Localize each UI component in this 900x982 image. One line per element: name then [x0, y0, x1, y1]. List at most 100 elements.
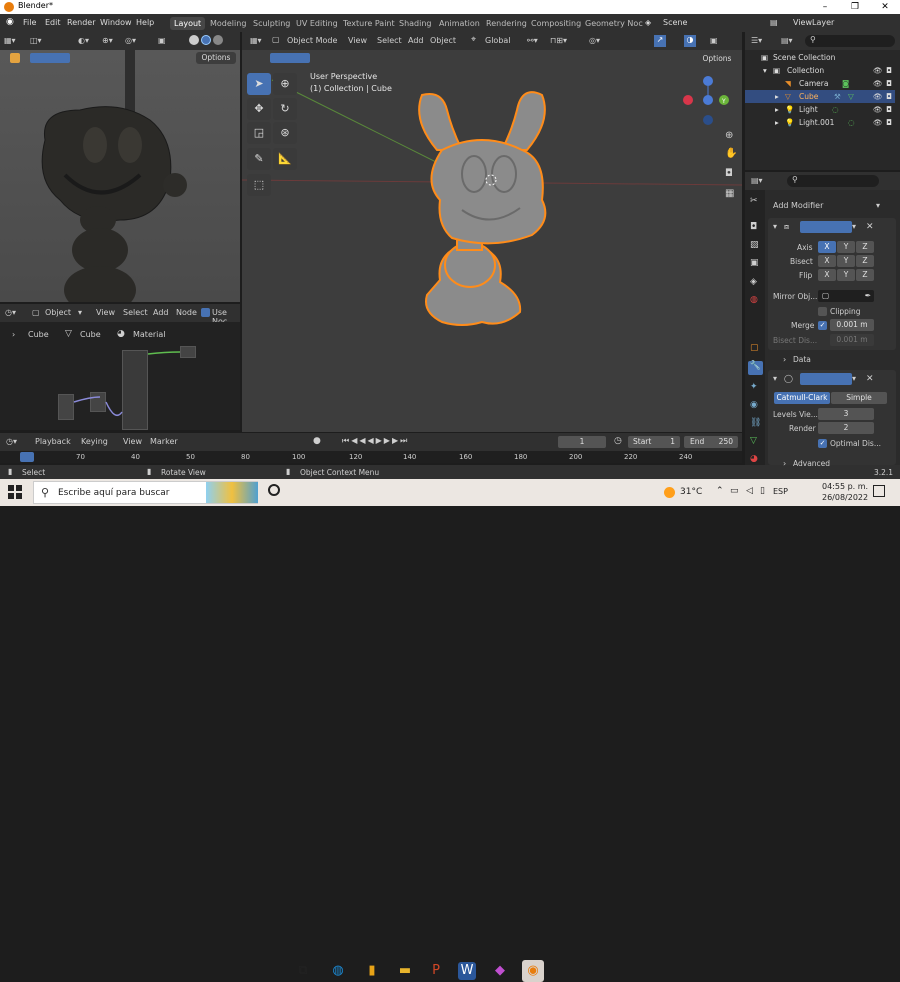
- editor-type-icon[interactable]: ▦▾: [4, 36, 16, 46]
- menu-render[interactable]: Render: [67, 18, 95, 27]
- merge-checkbox[interactable]: ✓: [818, 321, 827, 330]
- modifier-tab-icon[interactable]: 🔧: [748, 361, 763, 375]
- pan-hand-icon[interactable]: ✋: [725, 148, 737, 159]
- modifier-menu-icon[interactable]: ▾: [852, 222, 856, 231]
- flip-y-toggle[interactable]: Y: [837, 269, 855, 281]
- outliner-item-light-001[interactable]: ▸ 💡 Light.001 ◌ 👁 ◘: [745, 116, 895, 129]
- add-modifier-dropdown[interactable]: Add Modifier: [773, 201, 823, 210]
- rendered-shading-icon[interactable]: [213, 35, 223, 45]
- camera-view-icon[interactable]: ◘: [725, 168, 733, 179]
- modifier-visibility-toggles[interactable]: [800, 221, 852, 233]
- tab-sculpting[interactable]: Sculpting: [249, 17, 294, 30]
- transform-tool-button[interactable]: ⊛: [273, 122, 297, 144]
- tab-texture-paint[interactable]: Texture Paint: [339, 17, 399, 30]
- tab-layout[interactable]: Layout: [170, 17, 206, 30]
- taskbar-date[interactable]: 26/08/2022: [822, 493, 868, 502]
- word-icon[interactable]: W: [458, 962, 476, 980]
- gizmo-icon[interactable]: ⊕▾: [102, 36, 113, 46]
- editor-type-icon[interactable]: ▦▾: [250, 36, 262, 46]
- add-cube-tool-button[interactable]: ⬚: [247, 174, 271, 196]
- notifications-icon[interactable]: [873, 485, 885, 497]
- node-object-dropdown[interactable]: Object: [45, 308, 71, 317]
- axis-x-toggle[interactable]: X: [818, 241, 836, 253]
- menu-edit[interactable]: Edit: [45, 18, 61, 27]
- menu-window[interactable]: Window: [100, 18, 132, 27]
- node-menu-select[interactable]: Select: [123, 308, 148, 317]
- output-tab-icon[interactable]: ▨: [750, 240, 759, 250]
- object-tab-icon[interactable]: ▢: [750, 343, 759, 353]
- mode-icon[interactable]: ◫▾: [30, 36, 42, 46]
- tab-rendering[interactable]: Rendering: [482, 17, 531, 30]
- maximize-button[interactable]: ❐: [840, 0, 870, 14]
- eye-icon[interactable]: 👁: [873, 77, 883, 90]
- scene-name[interactable]: Scene: [663, 18, 687, 27]
- taskbar-time[interactable]: 04:55 p. m.: [822, 482, 868, 491]
- outliner-item-collection[interactable]: ▾ ▣ Collection 👁 ◘: [745, 64, 895, 77]
- rotate-tool-button[interactable]: ↻: [273, 98, 297, 120]
- paint3d-icon[interactable]: ◆: [489, 960, 511, 982]
- node-editor-type-icon[interactable]: ◷▾: [5, 308, 16, 318]
- xray-toggle-icon[interactable]: ▣: [710, 36, 718, 46]
- close-button[interactable]: ✕: [870, 0, 900, 14]
- scene-tab-icon[interactable]: ◈: [750, 277, 757, 287]
- overlay-icon[interactable]: ◎▾: [125, 36, 136, 46]
- scale-tool-button[interactable]: ◲: [247, 122, 271, 144]
- proportional-edit-icon[interactable]: ◎▾: [589, 36, 600, 46]
- measure-tool-button[interactable]: 📐: [273, 148, 297, 170]
- modifier-visibility-toggles[interactable]: [800, 373, 852, 385]
- file-explorer-icon[interactable]: ▬: [394, 960, 416, 982]
- collapse-arrow-icon[interactable]: ▾: [773, 222, 777, 231]
- transform-orientation-dropdown[interactable]: Global: [485, 36, 511, 45]
- overlays-icon[interactable]: ◑: [684, 35, 696, 47]
- advanced-subpanel-arrow-icon[interactable]: ›: [783, 459, 786, 468]
- outliner-search-input[interactable]: ⚲: [805, 35, 895, 47]
- sticky-app-icon[interactable]: ▮: [361, 960, 383, 982]
- tab-shading[interactable]: Shading: [395, 17, 436, 30]
- constraints-tab-icon[interactable]: ⛓: [750, 418, 761, 428]
- data-tab-icon[interactable]: ▽: [750, 436, 757, 446]
- blender-taskbar-icon[interactable]: ◉: [522, 960, 544, 982]
- eye-icon[interactable]: 👁: [873, 116, 883, 129]
- left-viewport[interactable]: Options: [0, 50, 240, 302]
- particles-tab-icon[interactable]: ✦: [750, 382, 758, 392]
- cortana-icon[interactable]: [268, 484, 280, 496]
- view-layer-tab-icon[interactable]: ▣: [750, 258, 759, 268]
- edge-browser-icon[interactable]: ◍: [327, 960, 349, 982]
- powerpoint-icon[interactable]: P: [425, 960, 447, 982]
- remove-modifier-icon[interactable]: ✕: [866, 374, 874, 384]
- advanced-subpanel-label[interactable]: Advanced: [793, 459, 830, 468]
- bisect-distance-field[interactable]: 0.001 m: [830, 334, 874, 346]
- node-menu-node[interactable]: Node: [176, 308, 197, 317]
- tab-compositing[interactable]: Compositing: [527, 17, 585, 30]
- solid-shading-icon[interactable]: [189, 35, 199, 45]
- catmull-clark-button[interactable]: Catmull-Clark: [774, 392, 830, 404]
- volume-icon[interactable]: ◁: [746, 486, 753, 496]
- viewlayer-name[interactable]: ViewLayer: [793, 18, 834, 27]
- timeline-menu-view[interactable]: View: [123, 437, 142, 446]
- outliner-item-camera[interactable]: ◥ Camera ◙ 👁 ◘: [745, 77, 895, 90]
- outliner-item-cube[interactable]: ▸ ▽ Cube ⚒ ▽ 👁 ◘: [745, 90, 895, 103]
- snap-icon[interactable]: ⊓⊞▾: [550, 36, 567, 46]
- merge-distance-field[interactable]: 0.001 m: [830, 319, 874, 331]
- playback-controls[interactable]: ⏮◀◀◀▶▶▶⏭: [342, 436, 409, 446]
- properties-search-input[interactable]: ⚲: [787, 175, 879, 187]
- language-indicator[interactable]: ESP: [773, 487, 788, 496]
- data-subpanel-arrow-icon[interactable]: ›: [783, 355, 786, 364]
- material-shading-icon[interactable]: [201, 35, 211, 45]
- bisect-y-toggle[interactable]: Y: [837, 255, 855, 267]
- node-editor-canvas[interactable]: › Cube ▽ Cube ◕ Material: [0, 322, 240, 430]
- xray-icon[interactable]: ▣: [158, 36, 166, 46]
- current-frame-field[interactable]: 1: [558, 436, 606, 448]
- camera-render-icon[interactable]: ◘: [886, 90, 892, 103]
- axis-z-toggle[interactable]: Z: [856, 241, 874, 253]
- timeline-menu-playback[interactable]: Playback: [35, 437, 71, 446]
- levels-viewport-field[interactable]: 3: [818, 408, 874, 420]
- visibility-icon[interactable]: ◐▾: [78, 36, 89, 46]
- bisect-x-toggle[interactable]: X: [818, 255, 836, 267]
- viewport-menu-object[interactable]: Object: [430, 36, 456, 45]
- timeline-menu-marker[interactable]: Marker: [150, 437, 178, 446]
- eye-icon[interactable]: 👁: [873, 103, 883, 116]
- show-gizmo-icon[interactable]: ↗: [654, 35, 666, 47]
- remove-modifier-icon[interactable]: ✕: [866, 222, 874, 232]
- timeline-editor-icon[interactable]: ◷▾: [6, 437, 17, 447]
